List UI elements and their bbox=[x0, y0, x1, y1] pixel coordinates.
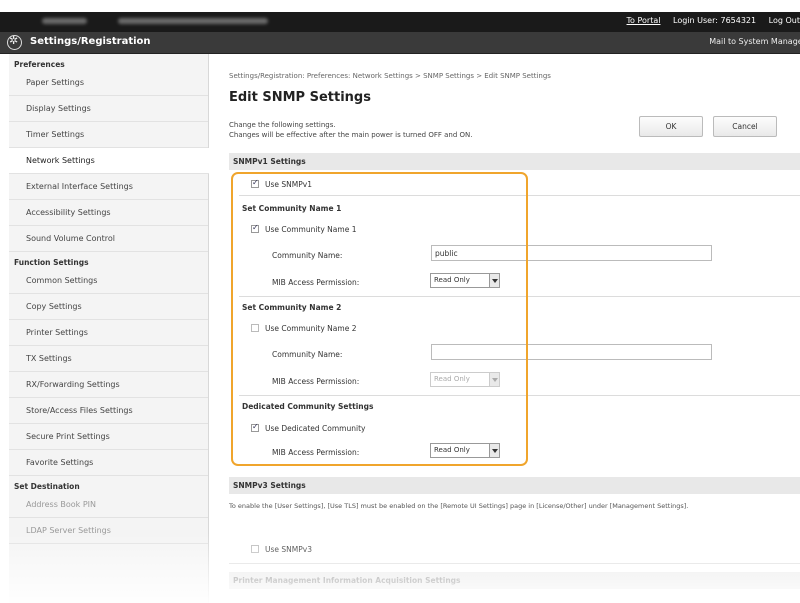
sidebar-item-external-interface-settings[interactable]: External Interface Settings bbox=[9, 174, 208, 200]
blurred-device-info bbox=[118, 18, 268, 24]
snmpv3-section-header: SNMPv3 Settings bbox=[229, 477, 800, 494]
sidebar-item-printer-settings[interactable]: Printer Settings bbox=[9, 320, 208, 346]
description-line-2: Changes will be effective after the main… bbox=[229, 131, 473, 139]
browser-frame: To Portal Login User: 7654321 Log Out Se… bbox=[0, 0, 800, 603]
app-title: Settings/Registration bbox=[30, 36, 151, 47]
sidebar-item-ldap-server-settings[interactable]: LDAP Server Settings bbox=[9, 518, 208, 544]
use-snmpv3-label: Use SNMPv3 bbox=[265, 545, 312, 554]
blurred-device-name bbox=[42, 18, 87, 24]
top-bar: To Portal Login User: 7654321 Log Out bbox=[0, 12, 800, 32]
sidebar-item-network-settings[interactable]: Network Settings bbox=[9, 148, 209, 174]
ok-button[interactable]: OK bbox=[639, 116, 703, 137]
page-title: Edit SNMP Settings bbox=[229, 90, 371, 105]
sidebar-item-rx-forwarding-settings[interactable]: RX/Forwarding Settings bbox=[9, 372, 208, 398]
sidebar-item-store-access-files-settings[interactable]: Store/Access Files Settings bbox=[9, 398, 208, 424]
mail-to-system-manager-link[interactable]: Mail to System Manager bbox=[709, 37, 800, 46]
sidebar-item-accessibility-settings[interactable]: Accessibility Settings bbox=[9, 200, 208, 226]
sidebar-item-copy-settings[interactable]: Copy Settings bbox=[9, 294, 208, 320]
login-user-text: Login User: 7654321 bbox=[673, 16, 757, 25]
use-snmpv3-row[interactable]: Use SNMPv3 bbox=[251, 545, 312, 554]
sidebar-heading-set-destination: Set Destination bbox=[14, 482, 80, 491]
sidebar-item-secure-print-settings[interactable]: Secure Print Settings bbox=[9, 424, 208, 450]
sidebar-item-address-book-pin[interactable]: Address Book PIN bbox=[9, 492, 208, 518]
top-bar-links: To Portal Login User: 7654321 Log Out bbox=[617, 16, 800, 25]
sidebar-heading-function-settings: Function Settings bbox=[14, 258, 89, 267]
to-portal-link[interactable]: To Portal bbox=[627, 16, 661, 25]
highlight-frame bbox=[231, 172, 528, 466]
description-line-1: Change the following settings. bbox=[229, 121, 336, 129]
sidebar-heading-preferences: Preferences bbox=[14, 60, 65, 69]
logout-link[interactable]: Log Out bbox=[769, 16, 800, 25]
app-header: Settings/Registration Mail to System Man… bbox=[0, 32, 800, 54]
sidebar-item-display-settings[interactable]: Display Settings bbox=[9, 96, 208, 122]
sidebar: Preferences Paper Settings Display Setti… bbox=[9, 54, 209, 603]
page-description: Change the following settings. Changes w… bbox=[229, 120, 472, 140]
sidebar-item-common-settings[interactable]: Common Settings bbox=[9, 268, 208, 294]
sidebar-item-tx-settings[interactable]: TX Settings bbox=[9, 346, 208, 372]
snmpv1-section-header: SNMPv1 Settings bbox=[229, 153, 800, 170]
sidebar-item-paper-settings[interactable]: Paper Settings bbox=[9, 70, 208, 96]
snmpv3-note: To enable the [User Settings], [Use TLS]… bbox=[229, 502, 689, 510]
sidebar-item-favorite-settings[interactable]: Favorite Settings bbox=[9, 450, 208, 476]
breadcrumb: Settings/Registration: Preferences: Netw… bbox=[229, 72, 551, 80]
divider bbox=[229, 563, 800, 564]
sidebar-item-timer-settings[interactable]: Timer Settings bbox=[9, 122, 208, 148]
use-snmpv3-checkbox[interactable] bbox=[251, 545, 259, 553]
settings-logo-icon bbox=[7, 34, 22, 50]
cancel-button[interactable]: Cancel bbox=[713, 116, 777, 137]
printer-management-section-header: Printer Management Information Acquisiti… bbox=[229, 572, 800, 589]
sidebar-item-sound-volume-control[interactable]: Sound Volume Control bbox=[9, 226, 208, 252]
